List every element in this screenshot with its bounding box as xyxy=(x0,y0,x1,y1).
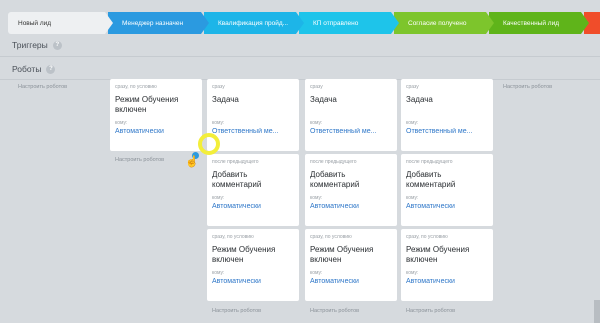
robot-card[interactable]: после предыдущего Добавить комментарий к… xyxy=(401,154,493,226)
setup-robots-link-new-lead[interactable]: Настроить роботов xyxy=(18,84,67,90)
setup-robots-link-quality-lead[interactable]: Настроить роботов xyxy=(503,84,552,90)
responsible-link[interactable]: Автоматически xyxy=(115,128,199,135)
setup-robots-link-proposal[interactable]: Настроить роботов xyxy=(310,308,359,314)
responsible-link[interactable]: Ответственный ме... xyxy=(310,128,394,135)
stage-manager-assigned[interactable]: Менеджер назначен xyxy=(108,12,209,34)
responsible-link[interactable]: Автоматически xyxy=(310,278,394,285)
robot-card[interactable]: сразу, по условию Режим Обучения включен… xyxy=(110,79,202,151)
divider xyxy=(0,56,600,57)
divider xyxy=(0,79,600,80)
triggers-section-title: Триггеры ? xyxy=(12,40,62,50)
stage-consent-received[interactable]: Согласие получено xyxy=(394,12,494,34)
scrollbar[interactable] xyxy=(594,300,600,323)
robot-card[interactable]: после предыдущего Добавить комментарий к… xyxy=(305,154,397,226)
responsible-link[interactable]: Ответственный ме... xyxy=(212,128,296,135)
responsible-link[interactable]: Ответственный ме... xyxy=(406,128,490,135)
robot-card[interactable]: сразу Задача кому: Ответственный ме... xyxy=(401,79,493,151)
robot-card[interactable]: сразу, по условию Режим Обучения включен… xyxy=(207,229,299,301)
setup-robots-link-qualification[interactable]: Настроить роботов xyxy=(212,308,261,314)
setup-robots-link-consent[interactable]: Настроить роботов xyxy=(406,308,455,314)
robot-card[interactable]: сразу Задача кому: Ответственный ме... xyxy=(305,79,397,151)
responsible-link[interactable]: Автоматически xyxy=(212,278,296,285)
robot-card[interactable]: сразу Задача кому: Ответственный ме... xyxy=(207,79,299,151)
stage-quality-lead[interactable]: Качественный лид xyxy=(489,12,589,34)
stage-bar: Новый лид Менеджер назначен Квалификация… xyxy=(8,12,600,34)
robots-section-title: Роботы ? xyxy=(12,64,56,74)
help-icon[interactable]: ? xyxy=(46,64,56,74)
setup-robots-link-manager[interactable]: Настроить роботов xyxy=(115,157,164,163)
responsible-link[interactable]: Автоматически xyxy=(406,278,490,285)
robot-card[interactable]: сразу, по условию Режим Обучения включен… xyxy=(401,229,493,301)
stage-proposal-sent[interactable]: КП отправлено xyxy=(299,12,399,34)
cursor-highlight-ring xyxy=(198,133,220,155)
responsible-link[interactable]: Автоматически xyxy=(406,203,490,210)
help-icon[interactable]: ? xyxy=(52,40,62,50)
robot-card[interactable]: сразу, по условию Режим Обучения включен… xyxy=(305,229,397,301)
pointer-hand-icon: ☝ xyxy=(185,156,199,168)
responsible-link[interactable]: Автоматически xyxy=(310,203,394,210)
stage-qualification[interactable]: Квалификация пройд... xyxy=(204,12,304,34)
stage-new-lead[interactable]: Новый лид xyxy=(8,12,113,34)
robot-card[interactable]: после предыдущего Добавить комментарий к… xyxy=(207,154,299,226)
responsible-link[interactable]: Автоматически xyxy=(212,203,296,210)
